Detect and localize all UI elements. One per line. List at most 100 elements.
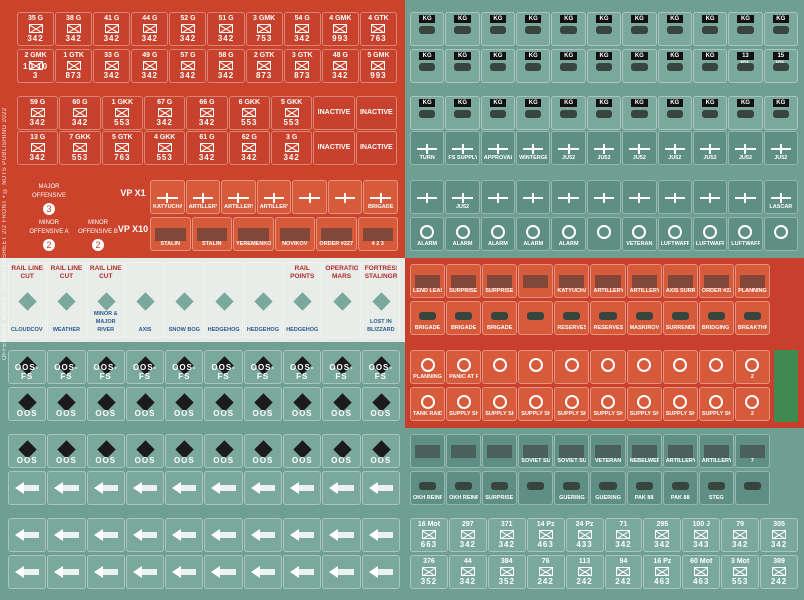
- marker-counter[interactable]: JU52: [657, 131, 692, 165]
- unit-counter[interactable]: 54 G 342: [283, 12, 321, 46]
- marker-counter[interactable]: TANK RAID!: [410, 387, 446, 421]
- marker-counter[interactable]: SURRENDER: [662, 301, 698, 335]
- unit-counter[interactable]: 376 352: [410, 555, 448, 589]
- kampfgruppe-counter[interactable]: KG: [622, 12, 657, 46]
- terrain-marker[interactable]: RAIL LINE CUT WEATHER: [47, 262, 86, 338]
- oos-counter[interactable]: [243, 555, 283, 589]
- kampfgruppe-counter[interactable]: KG: [657, 12, 692, 46]
- marker-counter[interactable]: JU52: [622, 131, 657, 165]
- oos-counter[interactable]: [86, 518, 125, 552]
- marker-counter[interactable]: [480, 180, 516, 214]
- unit-counter[interactable]: 59 G 342: [17, 96, 59, 130]
- unit-counter[interactable]: 3 GMK 753: [245, 12, 283, 46]
- marker-counter[interactable]: SUPPLY SHORTAGE: [590, 387, 626, 421]
- side-green-marker[interactable]: [774, 350, 798, 422]
- oos-counter[interactable]: [125, 518, 165, 552]
- minor-offensive-b-marker[interactable]: MINOR OFFENSIVE B 2: [78, 219, 118, 253]
- terrain-marker[interactable]: AXIS: [125, 262, 165, 338]
- marker-counter[interactable]: NEBELWERFER: [626, 434, 662, 468]
- oos-counter[interactable]: OOS-FS: [322, 350, 361, 384]
- kampfgruppe-counter[interactable]: KG: [763, 96, 798, 130]
- oos-counter[interactable]: OOS: [125, 387, 165, 421]
- terrain-marker[interactable]: OPERATION MARS: [322, 262, 361, 338]
- marker-counter[interactable]: ARTILLERY: [256, 180, 292, 214]
- oos-counter[interactable]: [283, 471, 322, 505]
- marker-counter[interactable]: FS SUPPLY: [445, 131, 480, 165]
- oos-counter[interactable]: OOS: [86, 387, 125, 421]
- unit-counter[interactable]: 71 342: [604, 518, 643, 552]
- kampfgruppe-counter[interactable]: KG: [728, 96, 763, 130]
- marker-counter[interactable]: PLANNING: [410, 350, 446, 384]
- oos-counter[interactable]: OOS-FS: [47, 350, 86, 384]
- oos-counter[interactable]: OOS: [47, 387, 86, 421]
- marker-counter[interactable]: LUFTWAFFE: [657, 217, 692, 251]
- oos-counter[interactable]: OOS-FS: [125, 350, 165, 384]
- oos-counter[interactable]: OOS-FS: [8, 350, 47, 384]
- oos-counter[interactable]: [322, 471, 361, 505]
- unit-counter[interactable]: 1 GTK 873: [55, 49, 93, 83]
- marker-counter[interactable]: LEND LEASE: [410, 264, 446, 298]
- kampfgruppe-counter[interactable]: KG: [445, 96, 480, 130]
- kampfgruppe-counter[interactable]: KG: [410, 96, 445, 130]
- kampfgruppe-counter[interactable]: KG: [728, 12, 763, 46]
- marker-counter[interactable]: BREAKTHROUGH: [734, 301, 770, 335]
- terrain-marker[interactable]: FORTRESS STALINGRAD LOST IN BLIZZARD: [361, 262, 400, 338]
- unit-counter[interactable]: 44 G 342: [131, 12, 169, 46]
- marker-counter[interactable]: JU52: [586, 131, 622, 165]
- marker-counter[interactable]: ORDER #227: [698, 264, 734, 298]
- marker-counter[interactable]: JU52: [728, 131, 763, 165]
- marker-counter[interactable]: ARTILLERY: [626, 264, 662, 298]
- terrain-marker[interactable]: HEDGEHOG: [204, 262, 243, 338]
- oos-counter[interactable]: OOS: [165, 434, 204, 468]
- unit-counter[interactable]: 94 242: [604, 555, 643, 589]
- unit-counter[interactable]: 5 GMK 993: [359, 49, 397, 83]
- kampfgruppe-counter[interactable]: KG: [551, 49, 586, 83]
- marker-counter[interactable]: PAK 88: [662, 471, 698, 505]
- marker-counter[interactable]: APPROVAL: [480, 131, 516, 165]
- oos-counter[interactable]: [125, 555, 165, 589]
- oos-counter[interactable]: OOS-FS: [361, 350, 400, 384]
- marker-counter[interactable]: LUFTWAFFE: [692, 217, 728, 251]
- unit-counter[interactable]: 4 GMK 993: [321, 12, 359, 46]
- unit-counter[interactable]: 24 Pz 433: [565, 518, 604, 552]
- marker-counter[interactable]: SURPRISE ATT.: [482, 264, 518, 298]
- oos-counter[interactable]: OOS: [243, 434, 283, 468]
- vp-x10-marker[interactable]: VP X10: [116, 225, 150, 234]
- oos-counter[interactable]: OOS-FS: [204, 350, 243, 384]
- marker-counter[interactable]: [586, 217, 622, 251]
- oos-counter[interactable]: OOS: [243, 387, 283, 421]
- unit-counter[interactable]: 35 G 342: [17, 12, 55, 46]
- marker-counter[interactable]: [554, 350, 590, 384]
- unit-counter[interactable]: 41 G 342: [93, 12, 131, 46]
- marker-counter[interactable]: SUPPLY SHORTAGE: [446, 387, 482, 421]
- unit-counter[interactable]: 57 G 342: [169, 49, 207, 83]
- kampfgruppe-counter[interactable]: KG: [622, 96, 657, 130]
- kampfgruppe-counter[interactable]: KG: [551, 12, 586, 46]
- marker-counter[interactable]: [516, 180, 551, 214]
- oos-counter[interactable]: OOS: [361, 387, 400, 421]
- oos-counter[interactable]: [8, 518, 47, 552]
- oos-counter[interactable]: [361, 518, 400, 552]
- unit-counter[interactable]: INACTIVE: [313, 96, 355, 130]
- kampfgruppe-counter[interactable]: KG: [410, 12, 445, 46]
- oos-counter[interactable]: [283, 555, 322, 589]
- kampfgruppe-counter[interactable]: KG: [445, 49, 480, 83]
- kampfgruppe-counter[interactable]: KG: [586, 12, 622, 46]
- marker-counter[interactable]: [692, 180, 728, 214]
- marker-counter[interactable]: ALARM: [410, 217, 445, 251]
- oos-counter[interactable]: OOS: [165, 387, 204, 421]
- marker-counter[interactable]: KATYUCHA: [150, 180, 185, 214]
- oos-counter[interactable]: [243, 518, 283, 552]
- unit-counter[interactable]: 52 G 342: [169, 12, 207, 46]
- unit-counter[interactable]: INACTIVE: [355, 96, 397, 130]
- kampfgruppe-counter[interactable]: KG: [692, 12, 728, 46]
- oos-counter[interactable]: OOS: [47, 434, 86, 468]
- oos-counter[interactable]: OOS-FS: [86, 350, 125, 384]
- oos-counter[interactable]: [361, 555, 400, 589]
- marker-counter[interactable]: ALARM: [516, 217, 551, 251]
- unit-counter[interactable]: 60 G 342: [59, 96, 101, 130]
- oos-counter[interactable]: [283, 518, 322, 552]
- marker-counter[interactable]: JU52: [763, 131, 798, 165]
- kampfgruppe-counter[interactable]: KG: [480, 12, 516, 46]
- marker-counter[interactable]: 7: [734, 434, 770, 468]
